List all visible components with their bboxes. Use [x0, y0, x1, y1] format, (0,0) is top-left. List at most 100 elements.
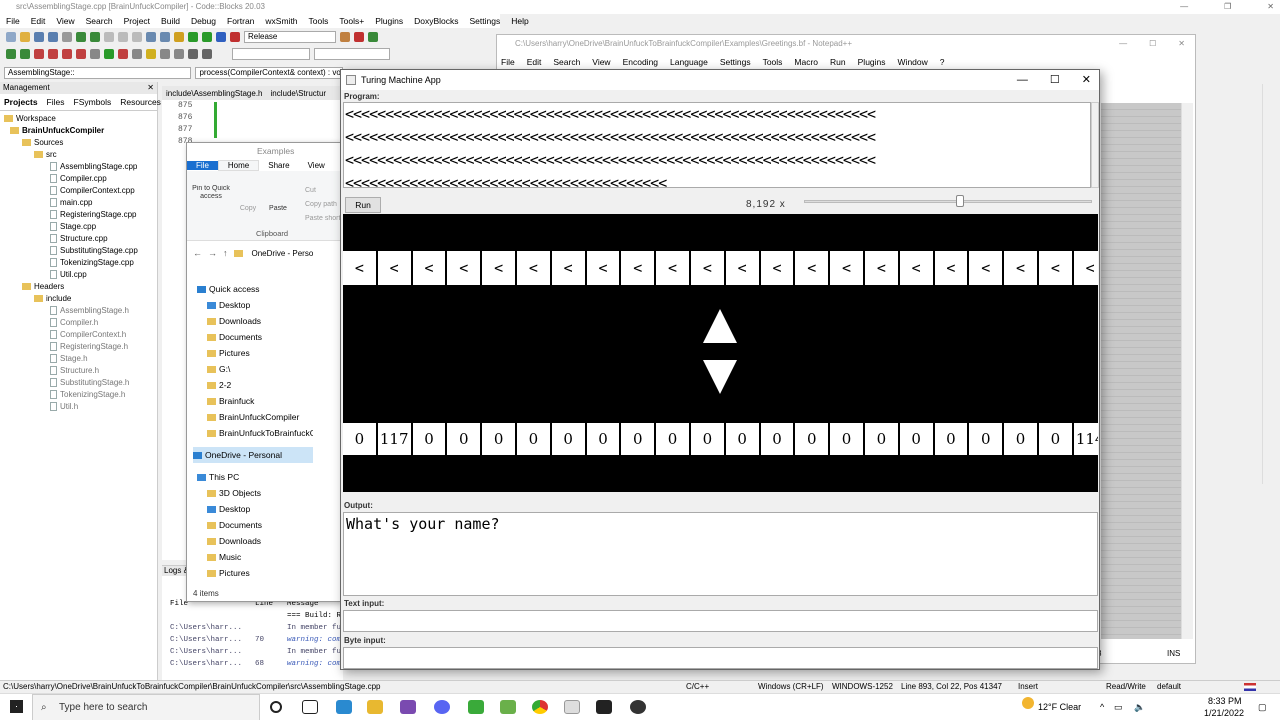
github-icon[interactable]	[630, 700, 646, 714]
tree-item[interactable]: Structure.h	[0, 365, 157, 377]
undo-icon[interactable]	[76, 32, 86, 42]
npp-menu-9[interactable]: Run	[830, 57, 846, 67]
maximize-icon[interactable]: ☐	[1050, 70, 1060, 90]
clear-bookmarks-icon[interactable]	[76, 49, 86, 59]
debug-continue-icon[interactable]	[368, 32, 378, 42]
open-icon[interactable]	[20, 32, 30, 42]
print-icon[interactable]	[62, 32, 72, 42]
clock-date[interactable]: 1/21/2022	[1204, 708, 1244, 718]
visual-studio-icon[interactable]	[400, 700, 416, 714]
program-scrollbar[interactable]	[1091, 102, 1099, 188]
menu-build[interactable]: Build	[161, 16, 180, 26]
tree-item[interactable]: RegisteringStage.cpp	[0, 209, 157, 221]
windows-start-icon[interactable]	[10, 700, 23, 713]
tree-item[interactable]: include	[0, 293, 157, 305]
nav-item[interactable]: Brainfuck	[193, 393, 313, 409]
nav-item[interactable]: BrainUnfuckToBrainfuckC	[193, 425, 313, 441]
debug-icon[interactable]	[354, 32, 364, 42]
run-button[interactable]: Run	[345, 197, 381, 213]
run-icon[interactable]	[188, 32, 198, 42]
npp-menu-10[interactable]: Plugins	[858, 57, 886, 67]
tree-item[interactable]: BrainUnfuckCompiler	[0, 125, 157, 137]
scope-select[interactable]: AssemblingStage::	[4, 67, 192, 79]
speed-slider[interactable]	[804, 200, 1092, 203]
tree-item[interactable]: Stage.h	[0, 353, 157, 365]
prev-icon[interactable]	[188, 49, 198, 59]
redo-icon[interactable]	[90, 32, 100, 42]
npp-menu-7[interactable]: Tools	[763, 57, 783, 67]
nav-item[interactable]: 2-2	[193, 377, 313, 393]
npp-menu-1[interactable]: Edit	[527, 57, 542, 67]
nav-item[interactable]: Downloads	[193, 533, 313, 549]
npp-menu-8[interactable]: Macro	[794, 57, 818, 67]
menu-file[interactable]: File	[6, 16, 20, 26]
tree-item[interactable]: TokenizingStage.cpp	[0, 257, 157, 269]
app-l-icon[interactable]	[336, 700, 352, 714]
build-run-icon[interactable]	[202, 32, 212, 42]
ribbon-tab-file[interactable]: File	[187, 161, 218, 170]
task-view-icon[interactable]	[302, 700, 318, 714]
nav-item[interactable]: Pictures	[193, 565, 313, 581]
target-options-icon[interactable]	[340, 32, 350, 42]
tree-item[interactable]: Workspace	[0, 113, 157, 125]
volume-icon[interactable]: 🔈	[1134, 702, 1145, 713]
ribbon-tab-share[interactable]: Share	[259, 161, 298, 170]
codeblocks-taskbar-icon[interactable]	[500, 700, 516, 714]
back-icon[interactable]: ←	[193, 248, 202, 258]
speed-slider-thumb[interactable]	[955, 195, 964, 207]
tab-fsymbols[interactable]: FSymbols	[74, 97, 112, 107]
turing-app-taskbar-icon[interactable]	[564, 700, 580, 714]
paste-icon[interactable]	[132, 32, 142, 42]
menu-tools[interactable]: Tools	[309, 16, 329, 26]
menu-doxyblocks[interactable]: DoxyBlocks	[414, 16, 458, 26]
wizard-icon[interactable]	[146, 49, 156, 59]
menu-debug[interactable]: Debug	[191, 16, 216, 26]
menu-wxsmith[interactable]: wxSmith	[265, 16, 297, 26]
minimize-icon[interactable]: —	[1119, 35, 1127, 53]
notepadpp-text-area[interactable]	[1101, 103, 1181, 639]
close-icon[interactable]: ✕	[1267, 0, 1274, 14]
tree-item[interactable]: Compiler.h	[0, 317, 157, 329]
editor-tab[interactable]: include\Structur	[271, 89, 327, 98]
tree-item[interactable]: SubstitutingStage.cpp	[0, 245, 157, 257]
minimize-icon[interactable]: —	[1017, 70, 1028, 90]
doxy-icon[interactable]	[118, 49, 128, 59]
tree-item[interactable]: SubstitutingStage.h	[0, 377, 157, 389]
function-select[interactable]: process(CompilerContext& context) : vo	[195, 67, 343, 79]
tab-projects[interactable]: Projects	[4, 97, 38, 107]
build-target-select[interactable]: Release	[244, 31, 336, 43]
weather-text[interactable]: 12°F Clear	[1038, 702, 1081, 712]
chrome-icon[interactable]	[532, 700, 548, 714]
tree-item[interactable]: Structure.cpp	[0, 233, 157, 245]
forward-icon[interactable]: →	[208, 248, 217, 258]
npp-menu-11[interactable]: Window	[898, 57, 928, 67]
tree-item[interactable]: AssemblingStage.h	[0, 305, 157, 317]
replace-icon[interactable]	[160, 32, 170, 42]
search-combo[interactable]	[232, 48, 310, 60]
back-icon[interactable]	[6, 49, 16, 59]
tree-item[interactable]: RegisteringStage.h	[0, 341, 157, 353]
tree-item[interactable]: CompilerContext.cpp	[0, 185, 157, 197]
close-icon[interactable]: ✕	[147, 82, 154, 94]
taskbar-search[interactable]: ⌕ Type here to search	[32, 694, 260, 720]
tree-item[interactable]: Util.cpp	[0, 269, 157, 281]
tree-item[interactable]: Util.h	[0, 401, 157, 413]
tree-item[interactable]: AssemblingStage.cpp	[0, 161, 157, 173]
ribbon-tab-view[interactable]: View	[299, 161, 334, 170]
ribbon-button[interactable]: Copy	[237, 205, 259, 213]
text-input[interactable]	[343, 610, 1098, 632]
address-text[interactable]: OneDrive - Perso	[252, 249, 314, 258]
ribbon-button[interactable]: Cut	[305, 187, 341, 195]
npp-menu-6[interactable]: Settings	[720, 57, 751, 67]
menu-project[interactable]: Project	[124, 16, 150, 26]
nav-item[interactable]: Desktop	[193, 501, 313, 517]
menu-plugins[interactable]: Plugins	[375, 16, 403, 26]
nav-item[interactable]: Quick access	[193, 281, 313, 297]
copy-icon[interactable]	[118, 32, 128, 42]
clock-time[interactable]: 8:33 PM	[1208, 696, 1242, 706]
byte-input[interactable]	[343, 647, 1098, 669]
bookmark-prev-icon[interactable]	[48, 49, 58, 59]
abort-icon[interactable]	[230, 32, 240, 42]
close-icon[interactable]: ✕	[1178, 35, 1185, 53]
bookmark-icon[interactable]	[34, 49, 44, 59]
